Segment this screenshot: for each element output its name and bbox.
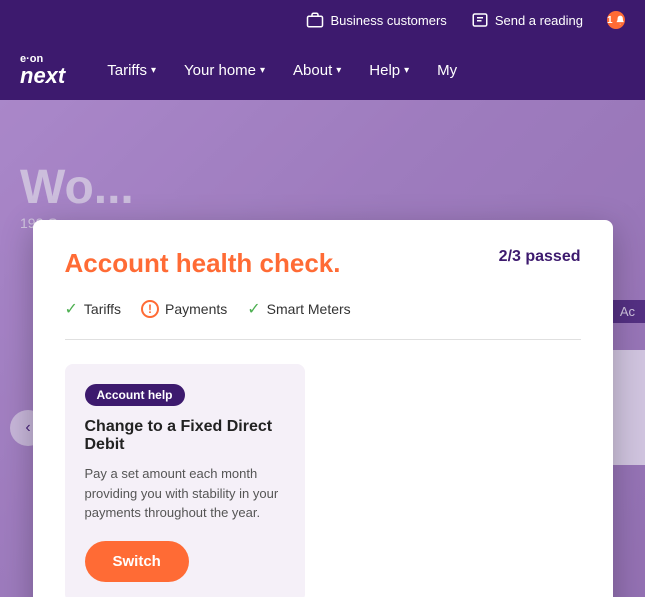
switch-button[interactable]: Switch <box>85 541 189 582</box>
check-smart-meters-icon: ✓ <box>247 299 260 319</box>
check-smart-meters: ✓ Smart Meters <box>247 299 350 319</box>
nav-tariffs-label: Tariffs <box>107 62 147 79</box>
nav-my-label: My <box>437 62 457 79</box>
check-tariffs: ✓ Tariffs <box>65 299 122 319</box>
nav-item-tariffs[interactable]: Tariffs ▾ <box>95 54 168 87</box>
business-customers-label: Business customers <box>330 13 446 28</box>
notification-badge[interactable]: 1 <box>607 11 625 29</box>
modal-passed-label: 2/3 passed <box>499 248 581 266</box>
card-badge: Account help <box>85 384 185 406</box>
account-health-modal: Account health check. 2/3 passed ✓ Tarif… <box>33 220 613 597</box>
nav-item-my[interactable]: My <box>425 54 469 87</box>
notification-count: 1 <box>607 15 613 26</box>
logo[interactable]: e·on next <box>20 54 65 87</box>
check-payments-warn-icon: ! <box>141 300 159 318</box>
info-card: Account help Change to a Fixed Direct De… <box>65 364 305 597</box>
card-description: Pay a set amount each month providing yo… <box>85 464 285 523</box>
nav-item-help[interactable]: Help ▾ <box>357 54 421 87</box>
meter-icon <box>471 11 489 29</box>
nav-item-about[interactable]: About ▾ <box>281 54 353 87</box>
nav-help-label: Help <box>369 62 400 79</box>
check-payments-label: Payments <box>165 301 227 317</box>
about-chevron-icon: ▾ <box>336 65 341 76</box>
send-reading-link[interactable]: Send a reading <box>471 11 583 29</box>
nav-bar: e·on next Tariffs ▾ Your home ▾ About ▾ … <box>0 40 645 100</box>
briefcase-icon <box>306 11 324 29</box>
business-customers-link[interactable]: Business customers <box>306 11 446 29</box>
modal-title: Account health check. <box>65 248 341 279</box>
check-payments: ! Payments <box>141 300 227 318</box>
main-background: Wo... 192 G... Ac ‹ › t paym payme ment … <box>0 100 645 597</box>
nav-about-label: About <box>293 62 332 79</box>
your-home-chevron-icon: ▾ <box>260 65 265 76</box>
check-smart-meters-label: Smart Meters <box>267 301 351 317</box>
tariffs-chevron-icon: ▾ <box>151 65 156 76</box>
nav-item-your-home[interactable]: Your home ▾ <box>172 54 277 87</box>
send-reading-label: Send a reading <box>495 13 583 28</box>
help-chevron-icon: ▾ <box>404 65 409 76</box>
top-bar: Business customers Send a reading 1 <box>0 0 645 40</box>
logo-next-text: next <box>20 65 65 87</box>
modal-overlay: Account health check. 2/3 passed ✓ Tarif… <box>0 100 645 597</box>
card-title: Change to a Fixed Direct Debit <box>85 418 285 454</box>
modal-checks: ✓ Tariffs ! Payments ✓ Smart Meters <box>65 299 581 340</box>
bell-icon <box>615 13 625 27</box>
modal-header: Account health check. 2/3 passed <box>65 248 581 279</box>
check-tariffs-label: Tariffs <box>84 301 121 317</box>
check-tariffs-icon: ✓ <box>65 299 78 319</box>
nav-your-home-label: Your home <box>184 62 256 79</box>
nav-items: Tariffs ▾ Your home ▾ About ▾ Help ▾ My <box>95 54 625 87</box>
